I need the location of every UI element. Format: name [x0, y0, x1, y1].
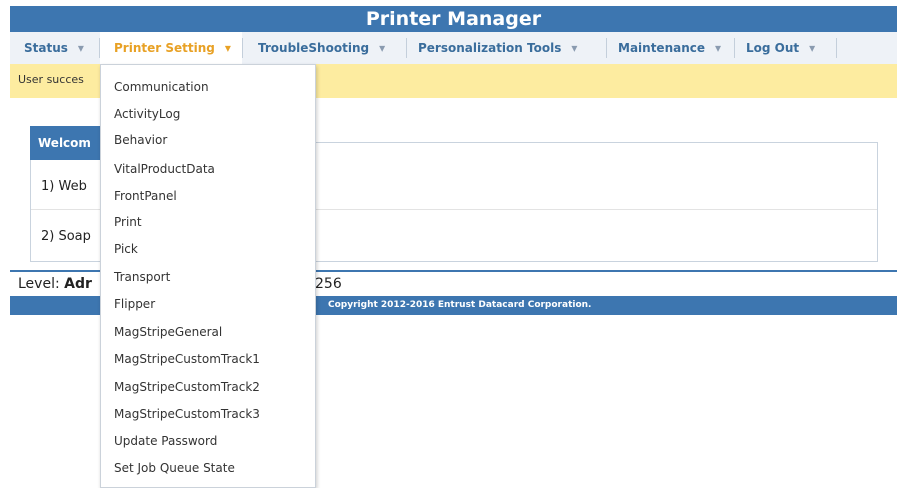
menu-item-vitalproductdata[interactable]: VitalProductData — [114, 162, 215, 176]
menu-item-behavior[interactable]: Behavior — [114, 133, 167, 147]
list-item: 1) Web — [41, 179, 87, 194]
menu-item-transport[interactable]: Transport — [114, 270, 170, 284]
menu-item-communication[interactable]: Communication — [114, 80, 209, 94]
chevron-down-icon: ▾ — [77, 41, 84, 55]
menu-item-frontpanel[interactable]: FrontPanel — [114, 189, 177, 203]
menu-log-out-label: Log Out — [746, 41, 800, 55]
menu-status[interactable]: Status ▾ — [24, 32, 94, 64]
copyright-text: Copyright 2012-2016 Entrust Datacard Cor… — [328, 300, 592, 310]
menu-item-activitylog[interactable]: ActivityLog — [114, 107, 180, 121]
panel-heading: Welcom — [30, 126, 100, 160]
menu-troubleshooting-label: TroubleShooting — [258, 41, 370, 55]
menu-maintenance-label: Maintenance — [618, 41, 706, 55]
chevron-down-icon: ▾ — [224, 41, 231, 55]
menu-maintenance[interactable]: Maintenance ▾ — [618, 32, 721, 64]
menu-item-flipper[interactable]: Flipper — [114, 297, 155, 311]
menu-item-magstripegeneral[interactable]: MagStripeGeneral — [114, 325, 222, 339]
menu-item-set-job-queue-state[interactable]: Set Job Queue State — [114, 461, 235, 475]
level-label: Level: — [18, 276, 60, 292]
menu-divider — [406, 38, 407, 58]
menu-personalization-tools[interactable]: Personalization Tools ▾ — [418, 32, 577, 64]
chevron-down-icon: ▾ — [379, 41, 386, 55]
menu-divider — [606, 38, 607, 58]
menu-divider — [836, 38, 837, 58]
level-value: Adr — [64, 276, 92, 292]
menu-item-magstripecustomtrack1[interactable]: MagStripeCustomTrack1 — [114, 352, 260, 366]
level-status: Level: Adr — [18, 276, 92, 292]
main-menu-bar: Status ▾ Printer Setting ▾ TroubleShooting… — [10, 32, 897, 65]
printer-setting-dropdown: Communication ActivityLog Behavior Vital… — [100, 64, 316, 488]
menu-printer-setting-label: Printer Setting — [114, 41, 215, 55]
menu-item-update-password[interactable]: Update Password — [114, 434, 217, 448]
menu-divider — [242, 38, 243, 58]
app-title: Printer Manager — [10, 6, 897, 32]
chevron-down-icon: ▾ — [715, 41, 722, 55]
chevron-down-icon: ▾ — [571, 41, 578, 55]
menu-item-pick[interactable]: Pick — [114, 242, 138, 256]
menu-personalization-tools-label: Personalization Tools — [418, 41, 562, 55]
chevron-down-icon: ▾ — [809, 41, 816, 55]
menu-item-print[interactable]: Print — [114, 215, 142, 229]
menu-item-magstripecustomtrack3[interactable]: MagStripeCustomTrack3 — [114, 407, 260, 421]
level-number: 256 — [315, 276, 342, 292]
list-item: 2) Soap — [41, 229, 91, 244]
menu-item-magstripecustomtrack2[interactable]: MagStripeCustomTrack2 — [114, 380, 260, 394]
menu-divider — [734, 38, 735, 58]
menu-status-label: Status — [24, 41, 68, 55]
menu-log-out[interactable]: Log Out ▾ — [746, 32, 815, 64]
menu-troubleshooting[interactable]: TroubleShooting ▾ — [258, 32, 385, 64]
menu-printer-setting[interactable]: Printer Setting ▾ — [100, 32, 242, 64]
